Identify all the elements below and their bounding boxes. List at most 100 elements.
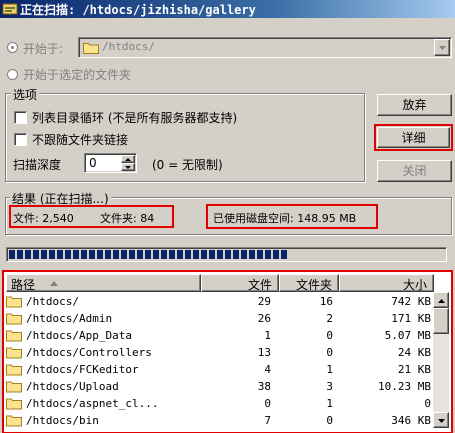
row-size: 21 KB [397, 363, 431, 376]
abort-button[interactable]: 放弃 [377, 94, 452, 116]
table-row[interactable]: /htdocs/aspnet_cl... 0 1 0 [6, 396, 436, 413]
progress-block [121, 250, 127, 259]
progress-block [41, 250, 47, 259]
folder-icon [6, 313, 22, 325]
column-size-label: 大小 [402, 278, 427, 292]
progress-block [97, 250, 103, 259]
options-group-label: 选项 [11, 86, 40, 103]
table-row[interactable]: /htdocs/App_Data 1 0 5.07 MB [6, 328, 436, 345]
progress-block [57, 250, 63, 259]
progress-block [25, 250, 31, 259]
column-folders-label: 文件夹 [295, 278, 332, 292]
arrow-down-icon [438, 419, 445, 423]
column-header-files[interactable]: 文件 [201, 274, 279, 292]
row-path: /htdocs/App_Data [26, 329, 132, 342]
column-path-label: 路径 [11, 278, 36, 292]
depth-down-button[interactable] [121, 163, 135, 171]
row-size: 171 KB [391, 312, 431, 325]
row-size: 5.07 MB [384, 329, 431, 342]
vertical-scrollbar[interactable] [433, 292, 449, 428]
row-size: 0 [424, 397, 431, 410]
title-bar[interactable]: 正在扫描: /htdocs/jizhisha/gallery [0, 0, 455, 18]
no-follow-links-checkbox[interactable] [14, 133, 27, 146]
folder-icon [6, 330, 22, 342]
details-button[interactable]: 详细 [377, 127, 450, 148]
row-files: 29 [257, 295, 271, 308]
progress-block [193, 250, 199, 259]
arrow-down-icon [125, 166, 131, 169]
row-files: 26 [257, 312, 271, 325]
progress-block [145, 250, 151, 259]
row-path: /htdocs/Controllers [26, 346, 152, 359]
progress-block [105, 250, 111, 259]
progress-block [241, 250, 247, 259]
start-at-label: 开始于: [23, 42, 64, 56]
row-size: 10.23 MB [378, 380, 431, 393]
row-files: 4 [264, 363, 271, 376]
list-loop-label: 列表目录循环 (不是所有服务器都支持) [32, 111, 238, 125]
progress-block [137, 250, 143, 259]
table-row[interactable]: /htdocs/FCKeditor 4 1 21 KB [6, 362, 436, 379]
progress-block [17, 250, 23, 259]
disk-used: 已使用磁盘空间: 148.95 MB [213, 212, 357, 225]
row-path: /htdocs/ [26, 295, 79, 308]
progress-block [281, 250, 287, 259]
progress-block [81, 250, 87, 259]
scan-depth-label: 扫描深度 [13, 158, 62, 172]
row-path: /htdocs/Admin [26, 312, 113, 325]
start-path-combo[interactable]: /htdocs/ [78, 37, 452, 58]
row-folders: 0 [326, 414, 333, 427]
no-follow-links-label: 不跟随文件夹链接 [32, 133, 129, 147]
table-row[interactable]: /htdocs/Controllers 13 0 24 KB [6, 345, 436, 362]
progress-block [185, 250, 191, 259]
row-size: 346 KB [391, 414, 431, 427]
row-files: 13 [257, 346, 271, 359]
row-files: 1 [264, 329, 271, 342]
row-folders: 1 [326, 363, 333, 376]
scan-icon [2, 3, 18, 15]
scan-depth-spinner[interactable]: 0 [84, 153, 137, 173]
folder-icon [6, 415, 22, 427]
table-row[interactable]: /htdocs/Upload 38 3 10.23 MB [6, 379, 436, 396]
combo-dropdown-button[interactable] [434, 39, 450, 56]
column-files-label: 文件 [247, 278, 272, 292]
row-files: 7 [264, 414, 271, 427]
close-button[interactable]: 关闭 [377, 160, 452, 182]
table-row[interactable]: /htdocs/bin 7 0 346 KB [6, 413, 436, 430]
start-selected-radio[interactable] [7, 69, 18, 80]
column-header-folders[interactable]: 文件夹 [279, 274, 339, 292]
results-list[interactable]: 路径 文件 文件夹 大小 /htdocs/29 16 742 KB/htdocs/A… [4, 272, 451, 432]
table-row[interactable]: /htdocs/Admin 26 2 171 KB [6, 311, 436, 328]
row-files: 0 [264, 397, 271, 410]
start-at-radio[interactable] [7, 42, 18, 53]
folder-icon [83, 43, 99, 54]
progress-block [273, 250, 279, 259]
column-header-path[interactable]: 路径 [6, 274, 201, 292]
row-size: 742 KB [391, 295, 431, 308]
scroll-thumb[interactable] [433, 308, 449, 334]
progress-block [73, 250, 79, 259]
row-path: /htdocs/bin [26, 414, 99, 427]
list-loop-checkbox[interactable] [14, 111, 27, 124]
folder-icon [6, 347, 22, 359]
row-path: /htdocs/FCKeditor [26, 363, 139, 376]
scan-depth-value: 0 [89, 156, 97, 170]
progress-block [161, 250, 167, 259]
scroll-up-button[interactable] [433, 292, 449, 308]
table-row[interactable]: /htdocs/29 16 742 KB [6, 294, 436, 311]
progress-block [249, 250, 255, 259]
progress-block [177, 250, 183, 259]
progress-block [233, 250, 239, 259]
progress-block [33, 250, 39, 259]
row-files: 38 [257, 380, 271, 393]
scan-depth-hint: (0 = 无限制) [152, 158, 223, 172]
progress-block [65, 250, 71, 259]
row-path: /htdocs/aspnet_cl... [26, 397, 159, 410]
scroll-down-button[interactable] [433, 412, 449, 428]
column-header-size[interactable]: 大小 [339, 274, 434, 292]
window-title: 正在扫描: /htdocs/jizhisha/gallery [20, 3, 256, 17]
folder-icon [6, 398, 22, 410]
depth-up-button[interactable] [121, 155, 135, 163]
progress-block [9, 250, 15, 259]
arrow-up-icon [438, 299, 445, 303]
